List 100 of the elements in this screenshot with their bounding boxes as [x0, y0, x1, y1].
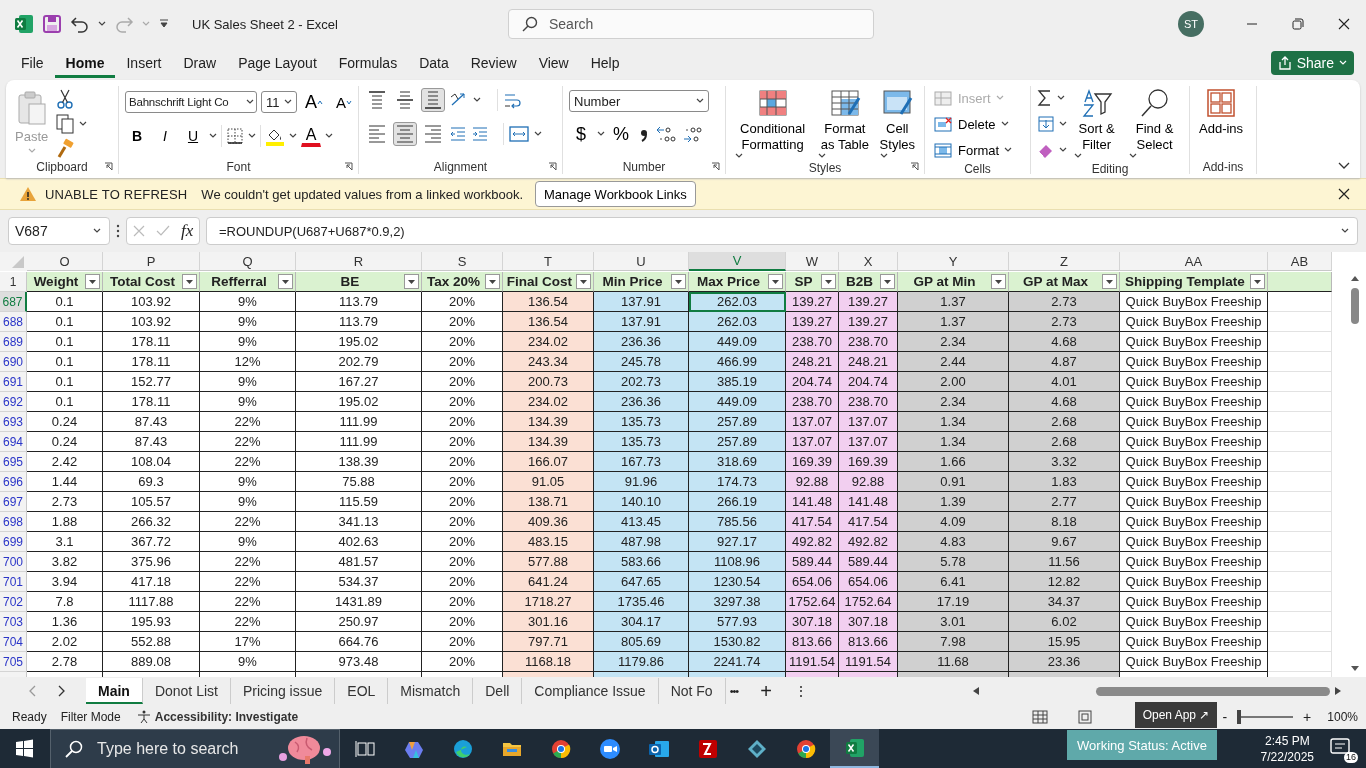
percent-button[interactable]: % [609, 122, 633, 146]
underline-button[interactable]: U [181, 124, 205, 148]
column-header[interactable]: V [689, 252, 786, 271]
formula-field[interactable]: =ROUNDUP(U687+U687*0.9,2) [206, 217, 1358, 245]
row-header[interactable]: 690 [0, 352, 27, 372]
sheet-tab[interactable]: Mismatch [388, 678, 474, 704]
ribbon-tab[interactable]: Page Layout [227, 48, 328, 78]
column-header[interactable]: W [786, 252, 839, 271]
cells-delete-button[interactable]: Delete [931, 112, 1015, 136]
row-header[interactable]: 702 [0, 592, 27, 612]
row-header[interactable]: 687 [0, 292, 27, 312]
sheet-options-button[interactable]: ⋮ [783, 683, 818, 699]
row-header[interactable]: 688 [0, 312, 27, 332]
row-header[interactable]: 1 [0, 272, 27, 292]
zoom-out-button[interactable]: - [1222, 709, 1228, 725]
sheet-tab[interactable]: EOL [335, 678, 389, 704]
column-header[interactable]: AA [1120, 252, 1268, 271]
header-label: Tax 20% [426, 274, 481, 289]
sheet-tab[interactable]: Compliance Issue [522, 678, 659, 704]
row-header[interactable]: 696 [0, 472, 27, 492]
sort-filter-button[interactable]: Sort & Filter [1071, 86, 1123, 161]
search-input[interactable]: Type here to search [97, 740, 267, 758]
ribbon-tab[interactable]: Insert [115, 48, 173, 78]
row-header[interactable]: 695 [0, 452, 27, 472]
user-avatar[interactable]: ST [1178, 11, 1204, 37]
manage-links-button[interactable]: Manage Workbook Links [535, 181, 696, 207]
style-button[interactable]: Format as Table [815, 86, 875, 161]
taskbar-search-field[interactable]: Type here to search [50, 729, 340, 768]
row-header[interactable]: 694 [0, 432, 27, 452]
ribbon-tab[interactable]: File [10, 48, 55, 78]
column-header[interactable]: R [296, 252, 422, 271]
column-header[interactable]: S [422, 252, 503, 271]
add-ins-button[interactable]: Add-ins [1196, 86, 1247, 139]
style-button[interactable]: Conditional Formatting [732, 86, 814, 161]
column-header[interactable]: X [839, 252, 898, 271]
table-cell: 169.39 [786, 452, 839, 472]
row-header[interactable]: 701 [0, 572, 27, 592]
open-app-button[interactable]: Open App ↗ [1135, 702, 1217, 728]
font-name-dropdown[interactable]: Bahnschrift Light Co [125, 91, 257, 113]
row-header[interactable]: 704 [0, 632, 27, 652]
more-sheets-button[interactable]: ••• [725, 685, 749, 697]
row-header[interactable]: 699 [0, 532, 27, 552]
row-header[interactable]: 697 [0, 492, 27, 512]
notification-button[interactable]: 16 [1328, 735, 1358, 763]
row-header[interactable]: 693 [0, 412, 27, 432]
table-cell: 245.78 [594, 352, 689, 372]
column-header[interactable]: Z [1009, 252, 1120, 271]
insert-function-button[interactable]: fx [181, 221, 194, 241]
column-header[interactable]: U [594, 252, 689, 271]
clock-time[interactable]: 2:45 PM [1264, 733, 1310, 749]
share-button[interactable]: Share [1270, 51, 1354, 75]
accessibility-status[interactable]: Accessibility: Investigate [154, 710, 299, 724]
column-header[interactable]: Y [898, 252, 1009, 271]
grow-font-button[interactable]: A [301, 90, 327, 114]
column-header[interactable]: O [27, 252, 103, 271]
ribbon-tab[interactable]: Formulas [327, 48, 409, 78]
font-size-dropdown[interactable]: 11 [261, 91, 297, 113]
zoom-in-button[interactable]: + [1303, 709, 1312, 725]
column-header[interactable]: P [103, 252, 200, 271]
search-field[interactable]: Search [508, 9, 874, 39]
row-header[interactable]: 698 [0, 512, 27, 532]
column-header[interactable]: Q [200, 252, 296, 271]
italic-button[interactable]: I [153, 124, 177, 148]
ribbon-tab[interactable]: View [527, 48, 580, 78]
table-cell: 11.56 [1009, 552, 1120, 572]
currency-button[interactable]: $ [569, 122, 593, 146]
sheet-tab[interactable]: Dell [473, 678, 523, 704]
sheet-tab[interactable]: Not Fo [658, 678, 726, 704]
ribbon-tab[interactable]: Draw [172, 48, 228, 78]
sheet-tab[interactable]: Donot List [142, 678, 231, 704]
ribbon-tab[interactable]: Help [579, 48, 631, 78]
clock-date[interactable]: 7/22/2025 [1260, 749, 1314, 765]
add-sheet-button[interactable]: + [748, 679, 784, 703]
font-color-button[interactable]: A [301, 125, 321, 147]
group-label: Add-ins [1202, 160, 1244, 174]
cells-format-button[interactable]: Format [931, 138, 1015, 162]
zoom-level[interactable]: 100% [1327, 710, 1358, 724]
table-cell: 301.16 [503, 612, 594, 632]
row-header[interactable]: 692 [0, 392, 27, 412]
shrink-font-button[interactable]: A [331, 90, 357, 114]
sheet-tab[interactable]: Pricing issue [230, 678, 336, 704]
ribbon-tab[interactable]: Review [459, 48, 528, 78]
number-format-dropdown[interactable]: Number [569, 90, 709, 112]
column-header[interactable]: AB [1268, 252, 1332, 271]
table-cell: 1735.46 [594, 592, 689, 612]
table-cell: 9.67 [1009, 532, 1120, 552]
row-header[interactable]: 703 [0, 612, 27, 632]
row-header[interactable]: 689 [0, 332, 27, 352]
table-cell: 1.44 [27, 472, 103, 492]
find-select-button[interactable]: Find & Select [1126, 86, 1183, 161]
row-header[interactable]: 691 [0, 372, 27, 392]
style-button[interactable]: Cell Styles [876, 86, 918, 161]
column-header[interactable]: T [503, 252, 594, 271]
ribbon-tab[interactable]: Data [408, 48, 460, 78]
table-cell: 1.37 [898, 292, 1009, 312]
name-box[interactable]: V687 [8, 217, 110, 245]
bold-button[interactable]: B [125, 124, 149, 148]
row-header[interactable]: 700 [0, 552, 27, 572]
row-header[interactable]: 705 [0, 652, 27, 672]
sheet-tab[interactable]: Main [86, 678, 143, 704]
